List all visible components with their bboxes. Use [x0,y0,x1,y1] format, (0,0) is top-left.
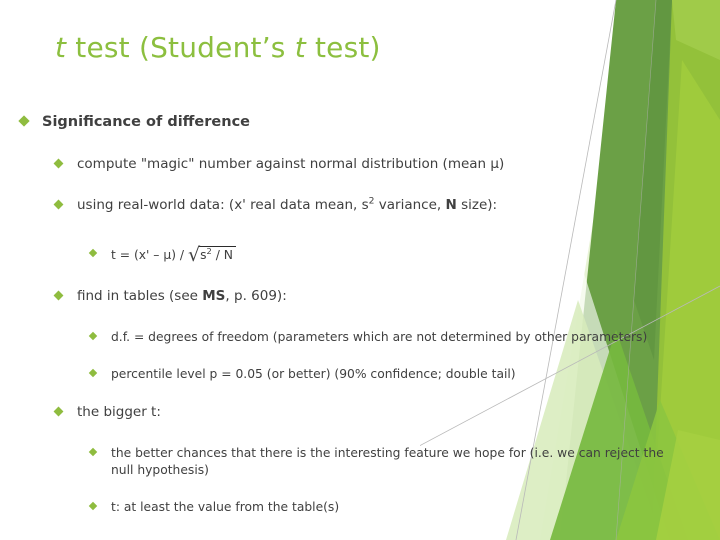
diamond-bullet-icon [53,196,77,210]
bullet-text: compute "magic" number against normal di… [77,155,505,172]
square-root-expression: √s2 / N [187,243,237,266]
bullet-text: Significance of difference [42,114,250,130]
bullet-text: find in tables (see MS, p. 609): [77,287,720,306]
title-italic-t-1: t [55,31,67,64]
bullet-t-formula: t = (x' – μ) / √s2 / N [88,243,720,266]
bullet-degrees-of-freedom: d.f. = degrees of freedom (parameters wh… [88,329,720,346]
using-end: size): [456,196,498,213]
using-bold-n: N [445,196,457,213]
diamond-bullet-icon [53,155,77,169]
diamond-bullet-icon [88,329,111,340]
bullet-significance-of-difference: Significance of difference [18,112,720,133]
bullet-the-bigger-t: the bigger t: [53,403,720,422]
diamond-bullet-icon [53,287,77,301]
formula-lead: t = (x' – μ) / [111,247,188,262]
bullet-text: t: at least the value from the table(s) [111,500,340,515]
bullet-text: percentile level p = 0.05 (or better) (9… [111,366,516,381]
bullet-text: the better chances that there is the int… [111,445,664,478]
using-pre: using real-world data: (x' real data mea… [77,196,369,213]
bullet-find-in-tables: find in tables (see MS, p. 609): [53,287,720,306]
diamond-bullet-icon [53,403,77,417]
find-post: , p. 609): [225,288,287,305]
title-italic-t-2: t [294,31,306,64]
bullet-at-least-table-value: t: at least the value from the table(s) [88,499,720,516]
bullet-better-chances: the better chances that there is the int… [88,445,690,480]
radical-sign-icon: √ [187,243,201,266]
bullet-text: the bigger t: [77,404,161,421]
diamond-bullet-icon [88,445,111,456]
title-part-2: test) [305,31,381,64]
find-pre: find in tables (see [77,288,203,305]
diamond-bullet-icon [88,499,111,511]
bullet-compute-magic-number: compute "magic" number against normal di… [53,155,720,174]
title-part-1: test (Student’s [66,31,295,64]
bullet-percentile-level: percentile level p = 0.05 (or better) (9… [88,366,720,383]
bullet-text: using real-world data: (x' real data mea… [77,196,720,215]
radicand-post: / N [211,247,234,262]
slide-body: Significance of difference compute "magi… [0,112,720,528]
radicand: s2 / N [199,245,237,264]
slide-canvas: t test (Student’s t test) Significance o… [0,0,720,540]
bullet-text: d.f. = degrees of freedom (parameters wh… [111,329,648,344]
bullet-using-real-world-data: using real-world data: (x' real data mea… [53,196,720,215]
formula-text: t = (x' – μ) / √s2 / N [111,243,720,266]
diamond-bullet-icon [18,112,42,127]
diamond-bullet-icon [88,366,111,378]
using-post: variance, [374,196,446,213]
diamond-bullet-icon [88,246,111,258]
page-title: t test (Student’s t test) [55,31,575,64]
find-bold-ms: MS [202,288,226,305]
